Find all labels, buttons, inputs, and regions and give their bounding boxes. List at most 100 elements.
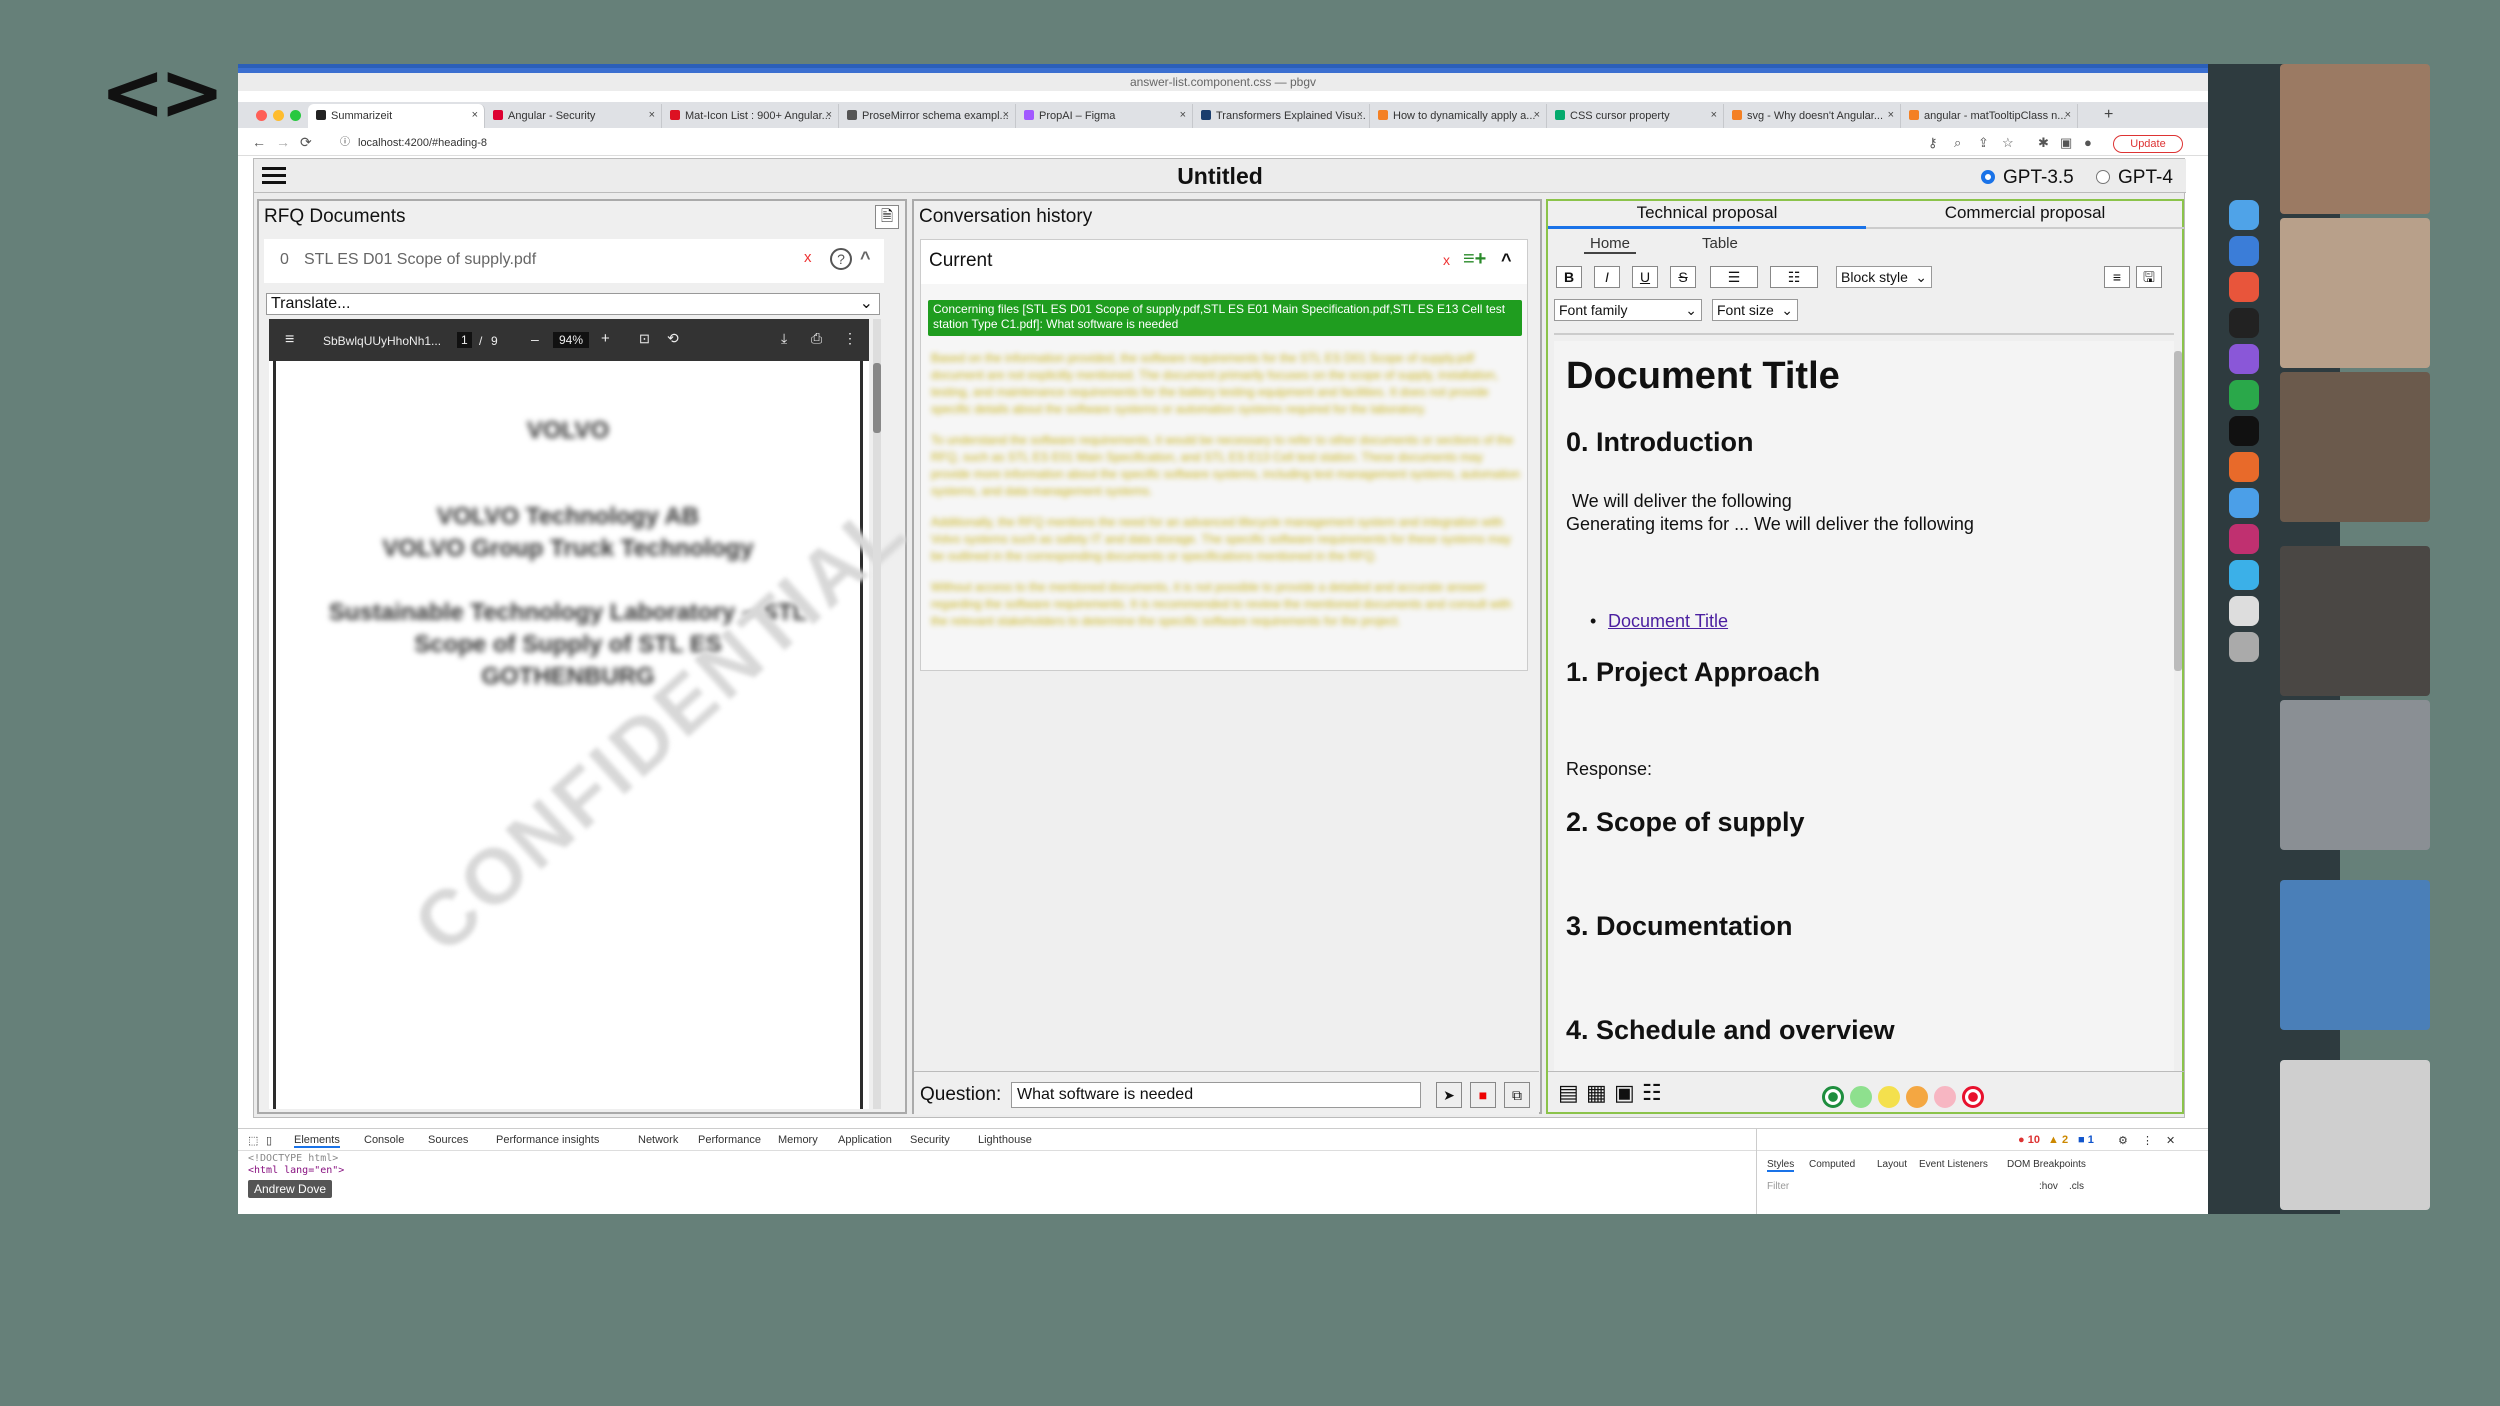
close-tab-icon[interactable]: × (649, 109, 655, 121)
inspect-icon[interactable]: ⬚ (248, 1134, 258, 1147)
pdf-menu-icon[interactable]: ≡ (285, 331, 294, 349)
zoom-icon[interactable]: ⌕ (1954, 135, 1961, 151)
close-tab-icon[interactable]: × (1711, 109, 1717, 121)
dom-line[interactable]: <!DOCTYPE html> (248, 1153, 338, 1164)
pdf-page-input[interactable]: 1 (457, 332, 472, 348)
doc-scrollbar[interactable] (2174, 351, 2182, 671)
devtools-tab-network[interactable]: Network (638, 1134, 678, 1146)
layout-tab[interactable]: Layout (1877, 1159, 1907, 1170)
close-tab-icon[interactable]: × (826, 109, 832, 121)
proposal-document[interactable]: Document Title 0. Introduction We will d… (1554, 341, 2174, 1071)
participant-video[interactable] (2280, 1060, 2430, 1210)
participant-video[interactable] (2280, 546, 2430, 696)
close-tab-icon[interactable]: × (1180, 109, 1186, 121)
close-window-icon[interactable] (256, 110, 267, 121)
stop-icon[interactable]: ■ (1470, 1082, 1496, 1108)
browser-tab[interactable]: Summarizeit × (308, 104, 485, 128)
extensions-icon[interactable]: ✱ (2038, 135, 2049, 151)
devtools-tab-application[interactable]: Application (838, 1134, 892, 1146)
app-icon[interactable] (2229, 524, 2259, 554)
radio-checked-icon[interactable] (1981, 170, 1995, 184)
app-icon[interactable] (2229, 560, 2259, 590)
close-tab-icon[interactable]: × (1357, 109, 1363, 121)
save-icon[interactable]: 🖫 (2136, 266, 2162, 288)
open-external-icon[interactable]: ⧉ (1504, 1082, 1530, 1108)
devtools-tab-console[interactable]: Console (364, 1134, 404, 1146)
app-icon[interactable] (2229, 416, 2259, 446)
app-icon[interactable] (2229, 236, 2259, 266)
computed-tab[interactable]: Computed (1809, 1159, 1855, 1170)
participant-video[interactable] (2280, 700, 2430, 850)
reload-icon[interactable]: ⟳ (300, 134, 312, 151)
styles-tab[interactable]: Styles (1767, 1159, 1795, 1172)
back-icon[interactable]: ← (252, 134, 266, 150)
devtools-tab-lighthouse[interactable]: Lighthouse (978, 1134, 1032, 1146)
align-icon[interactable]: ≡ (2104, 266, 2130, 288)
doc-link[interactable]: Document Title (1608, 611, 1728, 632)
event-listeners-tab[interactable]: Event Listeners (1919, 1159, 1988, 1170)
bold-button[interactable]: B (1556, 266, 1582, 288)
zoom-in-icon[interactable]: + (601, 330, 610, 347)
app-icon[interactable] (2229, 200, 2259, 230)
update-button[interactable]: Update (2113, 135, 2183, 153)
app-icon[interactable] (2229, 488, 2259, 518)
profile-icon[interactable]: ● (2084, 135, 2092, 150)
status-dot-yellow[interactable] (1878, 1086, 1900, 1108)
chevron-up-icon[interactable]: ^ (860, 248, 871, 269)
download-icon[interactable]: ⤓ (781, 330, 787, 347)
participant-video[interactable] (2280, 880, 2430, 1030)
close-tab-icon[interactable]: × (2065, 109, 2071, 121)
plus-icon[interactable]: + (2104, 106, 2113, 124)
remove-thread-button[interactable]: x (1443, 252, 1450, 268)
browser-tab[interactable]: CSS cursor property × (1547, 104, 1724, 128)
star-icon[interactable]: ☆ (2002, 135, 2014, 151)
participant-video[interactable] (2280, 218, 2430, 368)
forward-icon[interactable]: → (276, 134, 290, 150)
maximize-window-icon[interactable] (290, 110, 301, 121)
subtab-home[interactable]: Home (1584, 235, 1637, 254)
devtools-tab-security[interactable]: Security (910, 1134, 950, 1146)
help-icon[interactable]: ? (830, 248, 852, 270)
status-dot-dark-green[interactable] (1822, 1086, 1844, 1108)
question-input[interactable]: What software is needed (1011, 1082, 1421, 1108)
send-icon[interactable]: ➤ (1436, 1082, 1462, 1108)
bullet-list-icon[interactable]: ☰ (1710, 266, 1758, 288)
radio-unchecked-icon[interactable] (2096, 170, 2110, 184)
numbered-list-icon[interactable]: ☷ (1770, 266, 1818, 288)
key-icon[interactable]: ⚷ (1928, 135, 1938, 151)
app-icon[interactable] (2229, 272, 2259, 302)
block-style-select[interactable]: Block style ⌄ (1836, 266, 1932, 288)
app-icon[interactable] (2229, 596, 2259, 626)
close-tab-icon[interactable]: × (472, 109, 478, 121)
model-gpt35-radio[interactable]: GPT-3.5 (1981, 167, 2074, 189)
devtools-tab-memory[interactable]: Memory (778, 1134, 818, 1146)
browser-tab[interactable]: svg - Why doesn't Angular... × (1724, 104, 1901, 128)
url-input[interactable]: ⓘ localhost:4200/#heading-8 (338, 133, 1898, 153)
styles-filter-input[interactable]: Filter (1767, 1181, 1789, 1192)
tab-technical-proposal[interactable]: Technical proposal (1548, 203, 1866, 229)
device-toggle-icon[interactable]: ▯ (266, 1134, 272, 1147)
window-controls[interactable] (256, 108, 307, 126)
upload-file-icon[interactable]: 🗎 (875, 205, 899, 229)
close-tab-icon[interactable]: × (1534, 109, 1540, 121)
zoom-out-icon[interactable]: – (531, 331, 539, 347)
app-icon[interactable] (2229, 344, 2259, 374)
app-icon[interactable] (2229, 452, 2259, 482)
browser-tab[interactable]: Transformers Explained Visu... × (1193, 104, 1370, 128)
status-dot-red[interactable] (1962, 1086, 1984, 1108)
remove-document-button[interactable]: x (804, 249, 812, 266)
class-toggle[interactable]: .cls (2069, 1181, 2084, 1192)
tab-commercial-proposal[interactable]: Commercial proposal (1866, 203, 2184, 229)
pdf-zoom-level[interactable]: 94% (553, 332, 590, 348)
devtools-tab-sources[interactable]: Sources (428, 1134, 468, 1146)
print-icon[interactable]: ⎙ (811, 330, 822, 347)
font-family-select[interactable]: Font family ⌄ (1554, 299, 1702, 321)
translate-select[interactable]: Translate... ⌄ (266, 293, 880, 315)
pdf-scrollbar[interactable] (873, 319, 881, 1109)
rotate-icon[interactable]: ⟲ (667, 330, 679, 347)
italic-button[interactable]: I (1594, 266, 1620, 288)
app-icon[interactable] (2229, 380, 2259, 410)
document-row[interactable]: 0 STL ES D01 Scope of supply.pdf x ? ^ (264, 239, 884, 283)
status-dot-orange[interactable] (1906, 1086, 1928, 1108)
strikethrough-button[interactable]: S (1670, 266, 1696, 288)
